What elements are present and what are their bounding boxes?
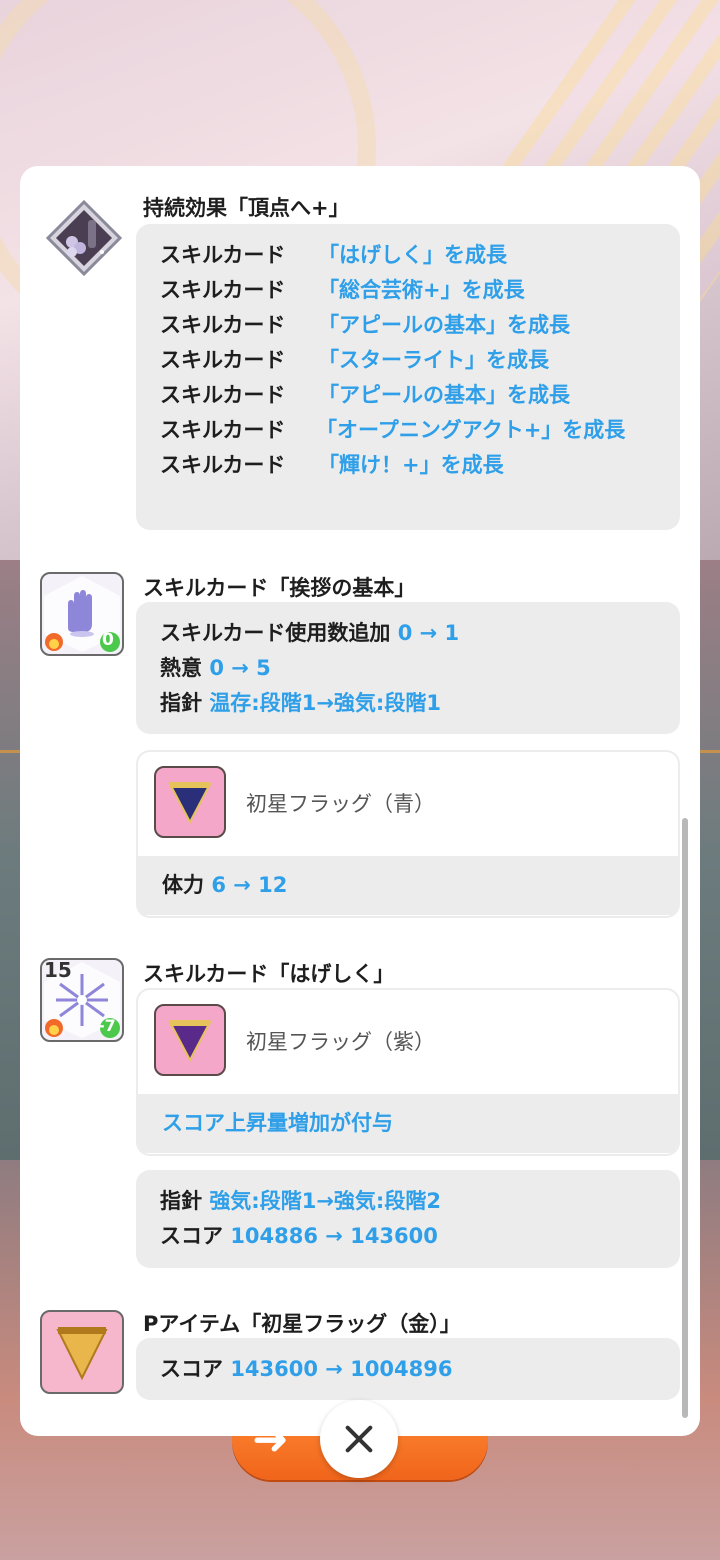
detail-line: スコア 143600 → 1004896 <box>160 1357 453 1381</box>
effect-title: 持続効果「頂点へ+」 <box>143 196 350 220</box>
pitem-details: スコア 143600 → 1004896 <box>136 1338 680 1400</box>
card-icon-hageshiku: 15 -7 <box>40 958 124 1042</box>
detail-line: 指針 温存:段階1→強気:段階1 <box>160 691 441 715</box>
purple-flag-icon <box>154 1004 226 1076</box>
detail-line: 指針 強気:段階1→強気:段階2 <box>160 1189 441 1213</box>
card-cost-badge: -7 <box>98 1016 116 1035</box>
item-card-purple-flag: 初星フラッグ（紫） スコア上昇量増加が付与 <box>136 988 680 1156</box>
blue-flag-icon <box>154 766 226 838</box>
effect-detail-modal: 持続効果「頂点へ+」 スキルカード 「はげしく」を成長 スキルカード 「総合芸術+」… <box>20 166 700 1436</box>
card2-title: スキルカード「はげしく」 <box>143 962 395 986</box>
item-name: 初星フラッグ（紫） <box>246 1030 435 1054</box>
card-icon-greeting: 0 <box>40 572 124 656</box>
detail-line: 体力 6 → 12 <box>162 873 288 897</box>
effect-line: スキルカード 「はげしく」を成長 <box>160 243 507 267</box>
card1-details: スキルカード使用数追加 0 → 1 熱意 0 → 5 指針 温存:段階1→強気:… <box>136 602 680 734</box>
effect-line: スキルカード 「アピールの基本」を成長 <box>160 313 570 337</box>
card1-title: スキルカード「挨拶の基本」 <box>143 576 416 600</box>
effect-details: スキルカード 「はげしく」を成長 スキルカード 「総合芸術+」を成長 スキルカード「… <box>136 224 680 530</box>
diamond-effect-icon <box>45 199 123 277</box>
card-cost-badge: 0 <box>102 630 114 650</box>
item-name: 初星フラッグ（青） <box>246 792 435 816</box>
pitem-title: Pアイテム「初星フラッグ（金）」 <box>143 1312 461 1336</box>
effect-line: スキルカード 「アピールの基本」を成長 <box>160 383 570 407</box>
detail-line: 熱意 0 → 5 <box>160 656 271 680</box>
effect-line: スキルカード 「オープニングアクト+」を成長 <box>160 418 626 442</box>
scrollbar[interactable] <box>682 188 688 1418</box>
effect-line: スキルカード 「スターライト」を成長 <box>160 348 549 372</box>
detail-line: スコア上昇量増加が付与 <box>162 1111 393 1135</box>
close-icon <box>344 1424 374 1454</box>
detail-line: スコア 104886 → 143600 <box>160 1224 438 1248</box>
effect-line: スキルカード 「総合芸術+」を成長 <box>160 278 525 302</box>
pitem-icon <box>40 1310 124 1394</box>
card2-details: 指針 強気:段階1→強気:段階2 スコア 104886 → 143600 <box>136 1170 680 1268</box>
detail-line: スキルカード使用数追加 0 → 1 <box>160 621 460 645</box>
close-button[interactable] <box>320 1400 398 1478</box>
scroll-thumb[interactable] <box>682 818 688 1418</box>
gold-flag-icon <box>56 1327 108 1381</box>
card-level: 15 <box>44 958 72 982</box>
effect-icon <box>45 199 123 277</box>
item-card-blue-flag: 初星フラッグ（青） 体力 6 → 12 <box>136 750 680 918</box>
effect-line: スキルカード 「輝け！+」を成長 <box>160 453 504 477</box>
